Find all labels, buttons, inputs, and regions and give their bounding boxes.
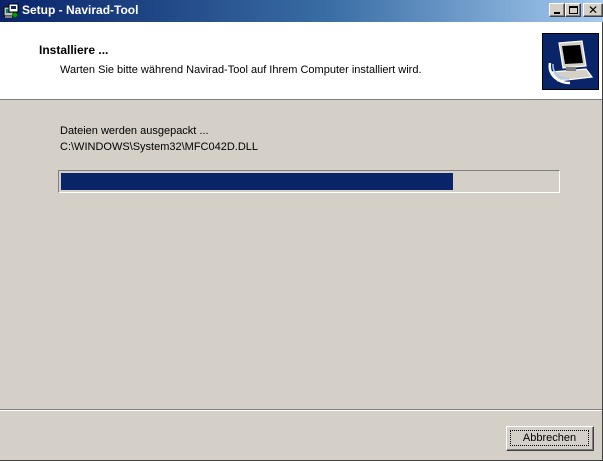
minimize-icon xyxy=(554,12,560,14)
cancel-button[interactable]: Abbrechen xyxy=(506,426,594,451)
current-file-path: C:\WINDOWS\System32\MFC042D.DLL xyxy=(60,141,259,153)
cancel-button-label: Abbrechen xyxy=(510,430,589,446)
maximize-icon xyxy=(569,6,578,14)
page-title: Installiere ... xyxy=(39,43,109,57)
title-bar[interactable]: Setup - Navirad-Tool ✕ xyxy=(0,0,603,22)
close-button[interactable]: ✕ xyxy=(583,3,603,17)
footer-divider-highlight xyxy=(0,410,602,411)
status-label: Dateien werden ausgepackt ... xyxy=(60,125,209,137)
header-panel: Installiere ... Warten Sie bitte während… xyxy=(0,22,602,100)
minimize-button[interactable] xyxy=(549,3,565,17)
page-subtitle: Warten Sie bitte während Navirad-Tool au… xyxy=(60,64,422,76)
window-title: Setup - Navirad-Tool xyxy=(22,3,139,17)
setup-installer-icon[interactable] xyxy=(3,3,19,19)
install-progress-bar xyxy=(58,170,560,193)
computer-install-icon xyxy=(542,33,599,90)
close-icon: ✕ xyxy=(587,3,599,17)
setup-window: Setup - Navirad-Tool ✕ Installiere ... W… xyxy=(0,0,603,461)
maximize-button[interactable] xyxy=(565,3,581,17)
progress-fill xyxy=(61,173,453,190)
